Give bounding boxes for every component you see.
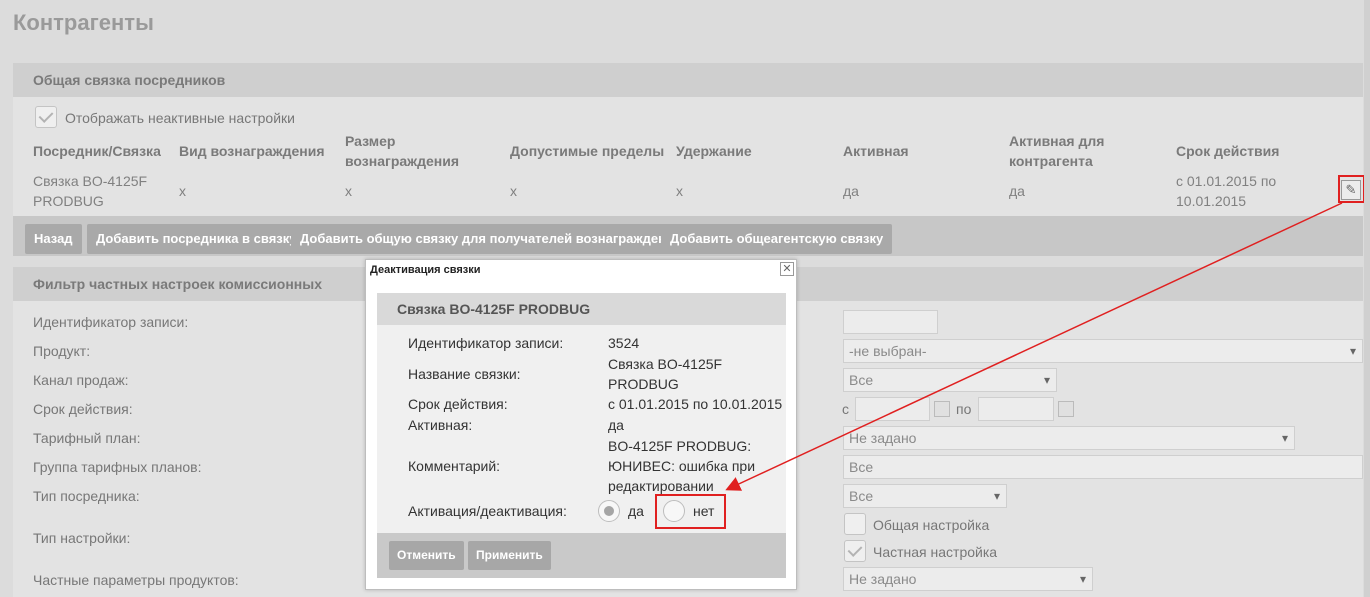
- page-title: Контрагенты: [13, 10, 154, 35]
- deactivation-dialog: Деактивация связки ✕ Связка BO-4125F PRO…: [365, 259, 797, 590]
- tariff-group-label: Группа тарифных планов:: [33, 459, 202, 475]
- comment-line3: редактировании: [608, 478, 714, 494]
- record-id-label: Идентификатор записи:: [33, 314, 189, 330]
- common-setting-label: Общая настройка: [873, 517, 990, 533]
- period-to-input[interactable]: [978, 397, 1054, 421]
- product-label: Продукт:: [33, 343, 91, 359]
- setting-type-label: Тип настройки:: [33, 530, 131, 546]
- intermediary-type-select[interactable]: Все: [843, 484, 1007, 508]
- common-setting-checkbox[interactable]: [844, 513, 866, 535]
- intermediary-type-label: Тип посредника:: [33, 488, 140, 504]
- record-id-label: Идентификатор записи:: [408, 335, 564, 351]
- table-cell: да: [843, 183, 859, 199]
- record-id-value: 3524: [608, 335, 640, 351]
- active-value: да: [608, 417, 624, 433]
- period-from-input[interactable]: [855, 397, 930, 421]
- name-value-line2: PRODBUG: [608, 376, 679, 392]
- product-params-label: Частные параметры продуктов:: [33, 572, 239, 588]
- back-button[interactable]: Назад: [25, 224, 82, 254]
- table-cell: да: [1009, 183, 1025, 199]
- period-to-label: по: [956, 401, 972, 417]
- calendar-icon[interactable]: [934, 401, 950, 417]
- product-params-select[interactable]: Не задано: [843, 567, 1093, 591]
- table-cell: Связка BO-4125F PRODBUG: [33, 173, 148, 209]
- col-header-intermediary: Посредник/Связка: [33, 143, 161, 159]
- add-common-link-button[interactable]: Добавить общую связку для получателей во…: [291, 224, 691, 254]
- intermediary-link-section: Общая связка посредников Отображать неак…: [13, 63, 1363, 256]
- tariff-select[interactable]: Не задано: [843, 426, 1295, 450]
- highlight-box: [655, 494, 726, 529]
- active-label: Активная:: [408, 417, 473, 433]
- product-select[interactable]: -не выбран-: [843, 339, 1363, 363]
- channel-select[interactable]: Все: [843, 368, 1057, 392]
- show-inactive-label: Отображать неактивные настройки: [65, 110, 295, 126]
- col-header-active: Активная: [843, 143, 909, 159]
- col-header-retention: Удержание: [676, 143, 752, 159]
- close-icon[interactable]: ✕: [780, 262, 794, 276]
- radio-yes[interactable]: [598, 500, 620, 522]
- period-label: Срок действия:: [33, 401, 133, 417]
- table-cell: x: [345, 183, 352, 199]
- add-intermediary-button[interactable]: Добавить посредника в связку: [87, 224, 306, 254]
- col-header-period: Срок действия: [1176, 143, 1280, 159]
- private-setting-checkbox[interactable]: [844, 540, 866, 562]
- col-header-reward-type: Вид вознаграждения: [179, 143, 325, 159]
- dialog-footer: Отменить Применить: [377, 533, 786, 578]
- comment-line1: BO-4125F PRODBUG:: [608, 438, 752, 454]
- comment-line2: ЮНИВЕС: ошибка при: [608, 458, 756, 474]
- button-bar: Назад Добавить посредника в связку Добав…: [13, 216, 1363, 256]
- dialog-heading: Связка BO-4125F PRODBUG: [377, 293, 786, 325]
- add-agency-link-button[interactable]: Добавить общеагентскую связку: [661, 224, 893, 254]
- col-header-reward-size: Размер вознаграждения: [345, 133, 459, 169]
- cancel-button[interactable]: Отменить: [389, 541, 464, 570]
- record-id-input[interactable]: [843, 310, 938, 334]
- name-value-line1: Связка BO-4125F: [608, 356, 723, 372]
- name-label: Название связки:: [408, 366, 521, 382]
- radio-yes-label: да: [628, 503, 644, 519]
- table-cell: x: [676, 183, 683, 199]
- channel-label: Канал продаж:: [33, 372, 129, 388]
- tariff-label: Тарифный план:: [33, 430, 141, 446]
- calendar-icon[interactable]: [1058, 401, 1074, 417]
- toggle-label: Активация/деактивация:: [408, 503, 567, 519]
- table-cell: x: [179, 183, 186, 199]
- highlight-box: [1338, 175, 1365, 203]
- comment-label: Комментарий:: [408, 458, 501, 474]
- dialog-title: Деактивация связки: [370, 264, 481, 276]
- private-setting-label: Частная настройка: [873, 544, 998, 560]
- tariff-group-input[interactable]: Все: [843, 455, 1363, 479]
- apply-button[interactable]: Применить: [468, 541, 551, 570]
- col-header-active-contractor: Активная для контрагента: [1009, 133, 1105, 169]
- table-cell: x: [510, 183, 517, 199]
- dialog-panel: Связка BO-4125F PRODBUG Идентификатор за…: [377, 293, 786, 578]
- table-cell: с 01.01.2015 по 10.01.2015: [1176, 173, 1277, 209]
- show-inactive-checkbox[interactable]: [35, 106, 57, 128]
- col-header-limits: Допустимые пределы: [510, 143, 665, 159]
- scrollbar[interactable]: [1364, 0, 1370, 597]
- period-label: Срок действия:: [408, 396, 508, 412]
- period-from-label: с: [842, 401, 849, 417]
- section-header: Общая связка посредников: [13, 63, 1363, 97]
- period-value: с 01.01.2015 по 10.01.2015: [608, 396, 783, 412]
